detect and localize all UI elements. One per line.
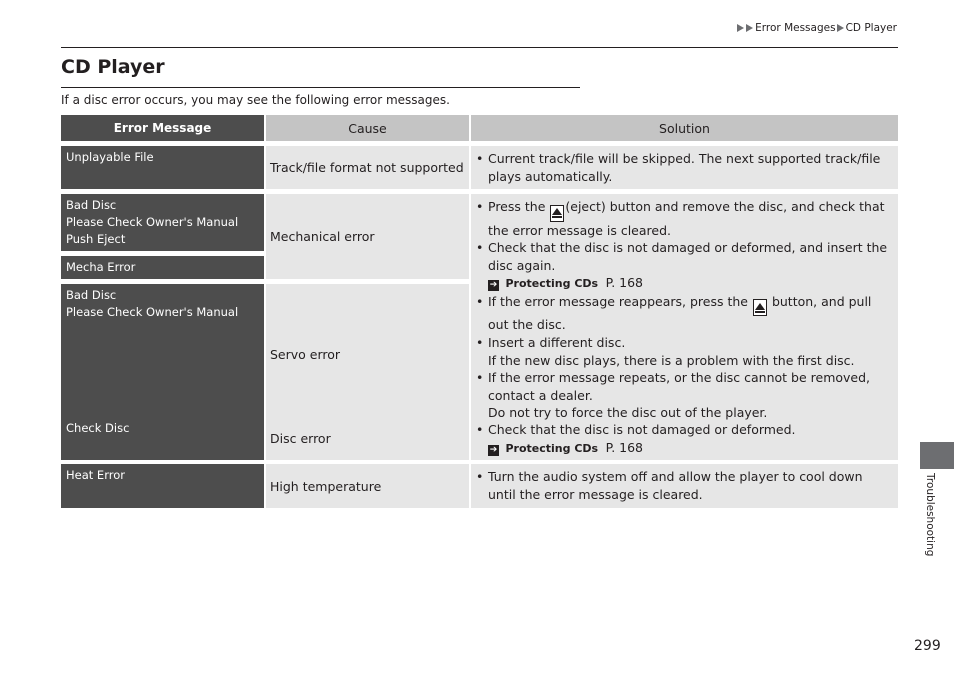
header-error-message: Error Message [61, 115, 264, 141]
error-message-cell: Bad Disc Please Check Owner's Manual Pus… [61, 194, 264, 251]
error-message-text: Mecha Error [66, 260, 136, 274]
breadcrumb-item-cd-player: CD Player [845, 22, 897, 34]
error-message-cell: Heat Error [61, 464, 264, 508]
error-message-cell: Bad Disc Please Check Owner's Manual [61, 284, 264, 425]
cause-cell: Mechanical error [266, 194, 469, 279]
reference-page[interactable]: P. 168 [606, 275, 643, 290]
error-message-group: Bad Disc Please Check Owner's Manual Pus… [61, 194, 264, 425]
table-row: Unplayable File Track/file format not su… [61, 146, 898, 189]
breadcrumb-triangle-icon [746, 24, 754, 32]
header-solution: Solution [471, 115, 898, 141]
reference-link[interactable]: ➔ Protecting CDs P. 168 [488, 439, 892, 458]
error-message-text: Check Disc [66, 421, 130, 435]
solution-bullet: Turn the audio system off and allow the … [475, 468, 892, 503]
cause-cell: High temperature [266, 464, 469, 508]
solution-text: If the error message reappears, press th… [488, 293, 748, 309]
header-divider [61, 47, 898, 48]
solution-text: (eject) button and remove the disc, and … [488, 199, 885, 238]
error-message-cell: Check Disc [61, 417, 264, 461]
solution-bullet: Current track/file will be skipped. The … [475, 150, 892, 185]
error-message-cell: Unplayable File [61, 146, 264, 189]
breadcrumb-triangle-icon [737, 24, 745, 32]
solution-bullet: Check that the disc is not damaged or de… [475, 239, 892, 293]
page-number: 299 [914, 638, 941, 654]
table-header: Error Message Cause Solution [61, 115, 898, 141]
breadcrumb-triangle-icon [836, 24, 844, 32]
solution-cell: Press the (eject) button and remove the … [471, 194, 898, 425]
solution-text: Check that the disc is not damaged or de… [488, 422, 796, 437]
solution-cell: Check that the disc is not damaged or de… [471, 417, 898, 461]
table-row: Check Disc Disc error Check that the dis… [61, 417, 898, 461]
solution-text: If the error message repeats, or the dis… [488, 370, 871, 403]
cause-cell: Servo error [266, 284, 469, 425]
table-row: Heat Error High temperature Turn the aud… [61, 464, 898, 508]
cause-cell: Disc error [266, 417, 469, 461]
error-message-cell: Mecha Error [61, 256, 264, 279]
solution-text: Check that the disc is not damaged or de… [488, 240, 888, 273]
reference-title[interactable]: Protecting CDs [506, 442, 599, 455]
solution-bullet: Press the (eject) button and remove the … [475, 198, 892, 239]
solution-bullet: Insert a different disc. If the new disc… [475, 334, 892, 369]
solution-text: Insert a different disc. [488, 334, 626, 350]
reference-title[interactable]: Protecting CDs [506, 277, 599, 290]
solution-cell: Turn the audio system off and allow the … [471, 464, 898, 508]
solution-bullet: If the error message reappears, press th… [475, 293, 892, 334]
solution-subtext: If the new disc plays, there is a proble… [488, 352, 855, 368]
section-tab-marker [920, 442, 954, 469]
cause-cell: Track/file format not supported [266, 146, 469, 189]
error-message-text: Bad Disc [66, 288, 117, 302]
error-message-text: Please Check Owner's Manual [66, 305, 239, 319]
page-title: CD Player [61, 56, 165, 78]
breadcrumb: Error Messages CD Player [737, 22, 897, 34]
error-message-text: Push Eject [66, 232, 126, 246]
solution-cell: Current track/file will be skipped. The … [471, 146, 898, 189]
section-tab-label: Troubleshooting [924, 473, 936, 557]
reference-arrow-icon: ➔ [488, 280, 499, 292]
error-table: Error Message Cause Solution Unplayable … [61, 115, 898, 508]
error-message-text: Heat Error [66, 468, 125, 482]
error-message-text: Unplayable File [66, 150, 154, 164]
eject-icon [752, 299, 767, 317]
cause-group: Mechanical error Servo error [266, 194, 469, 425]
solution-bullet: Check that the disc is not damaged or de… [475, 421, 892, 457]
intro-text: If a disc error occurs, you may see the … [61, 93, 450, 107]
reference-link[interactable]: ➔ Protecting CDs P. 168 [488, 274, 892, 293]
error-message-text: Bad Disc [66, 198, 117, 212]
solution-subtext: Do not try to force the disc out of the … [488, 405, 768, 421]
reference-arrow-icon: ➔ [488, 444, 499, 456]
title-underline [61, 87, 580, 88]
solution-text: Press the [488, 199, 546, 214]
header-cause: Cause [266, 115, 469, 141]
breadcrumb-item-error-messages[interactable]: Error Messages [755, 22, 835, 34]
reference-page[interactable]: P. 168 [606, 440, 643, 455]
error-message-text: Please Check Owner's Manual [66, 215, 239, 229]
eject-icon [550, 204, 565, 222]
table-row: Bad Disc Please Check Owner's Manual Pus… [61, 194, 898, 425]
solution-bullet: If the error message repeats, or the dis… [475, 369, 892, 422]
